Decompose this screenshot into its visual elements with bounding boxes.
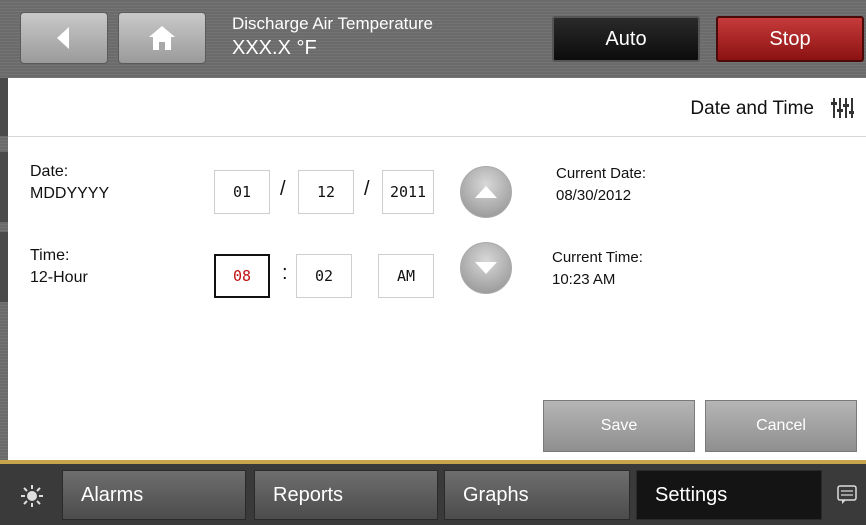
bottom-nav: Alarms Reports Graphs Settings	[0, 464, 866, 525]
point-title: Discharge Air Temperature XXX.X °F	[232, 14, 433, 60]
date-separator: /	[280, 178, 286, 200]
top-bar: Discharge Air Temperature XXX.X °F Auto …	[0, 0, 866, 78]
date-format: MDDYYYY	[30, 185, 110, 202]
increment-button[interactable]	[460, 166, 512, 218]
current-date-label: Current Date:	[556, 165, 647, 182]
date-day-field[interactable]: 12	[298, 170, 354, 214]
row-marker	[0, 152, 8, 222]
sliders-icon[interactable]	[830, 96, 854, 120]
stop-button[interactable]: Stop	[716, 16, 864, 62]
down-arrow-icon	[475, 262, 497, 274]
time-separator: :	[282, 262, 288, 284]
tab-settings[interactable]: Settings	[636, 470, 822, 520]
date-year-field[interactable]: 2011	[382, 170, 434, 214]
current-time-label: Current Time:	[552, 249, 643, 266]
sun-icon[interactable]	[20, 484, 44, 508]
tab-graphs[interactable]: Graphs	[444, 470, 630, 520]
home-button[interactable]	[118, 12, 206, 64]
date-separator: /	[364, 178, 370, 200]
date-month-field[interactable]: 01	[214, 170, 270, 214]
up-arrow-icon	[475, 186, 497, 198]
tab-reports[interactable]: Reports	[254, 470, 438, 520]
cancel-button[interactable]: Cancel	[705, 400, 857, 452]
message-icon[interactable]	[836, 484, 858, 506]
decrement-button[interactable]	[460, 242, 512, 294]
back-arrow-icon	[57, 27, 69, 49]
current-date-value: 08/30/2012	[556, 187, 632, 204]
current-time-value: 10:23 AM	[552, 271, 616, 288]
time-label: Time:	[30, 247, 70, 264]
auto-button[interactable]: Auto	[552, 16, 700, 62]
point-name: Discharge Air Temperature	[232, 14, 433, 33]
save-button[interactable]: Save	[543, 400, 695, 452]
row-marker	[0, 232, 8, 302]
time-format: 12-Hour	[30, 269, 88, 286]
row-marker	[0, 78, 8, 136]
page-title: Date and Time	[690, 98, 814, 119]
panel-header: Date and Time	[8, 78, 866, 137]
date-label: Date:	[30, 163, 69, 180]
tab-alarms[interactable]: Alarms	[62, 470, 246, 520]
point-value: XXX.X °F	[232, 37, 317, 59]
back-button[interactable]	[20, 12, 108, 64]
time-ampm-field[interactable]: AM	[378, 254, 434, 298]
time-hour-field[interactable]: 08	[214, 254, 270, 298]
home-icon	[149, 26, 175, 50]
time-minute-field[interactable]: 02	[296, 254, 352, 298]
settings-panel: Date and Time Date: MDDYYYY 01 / 12 / 20…	[8, 78, 866, 460]
